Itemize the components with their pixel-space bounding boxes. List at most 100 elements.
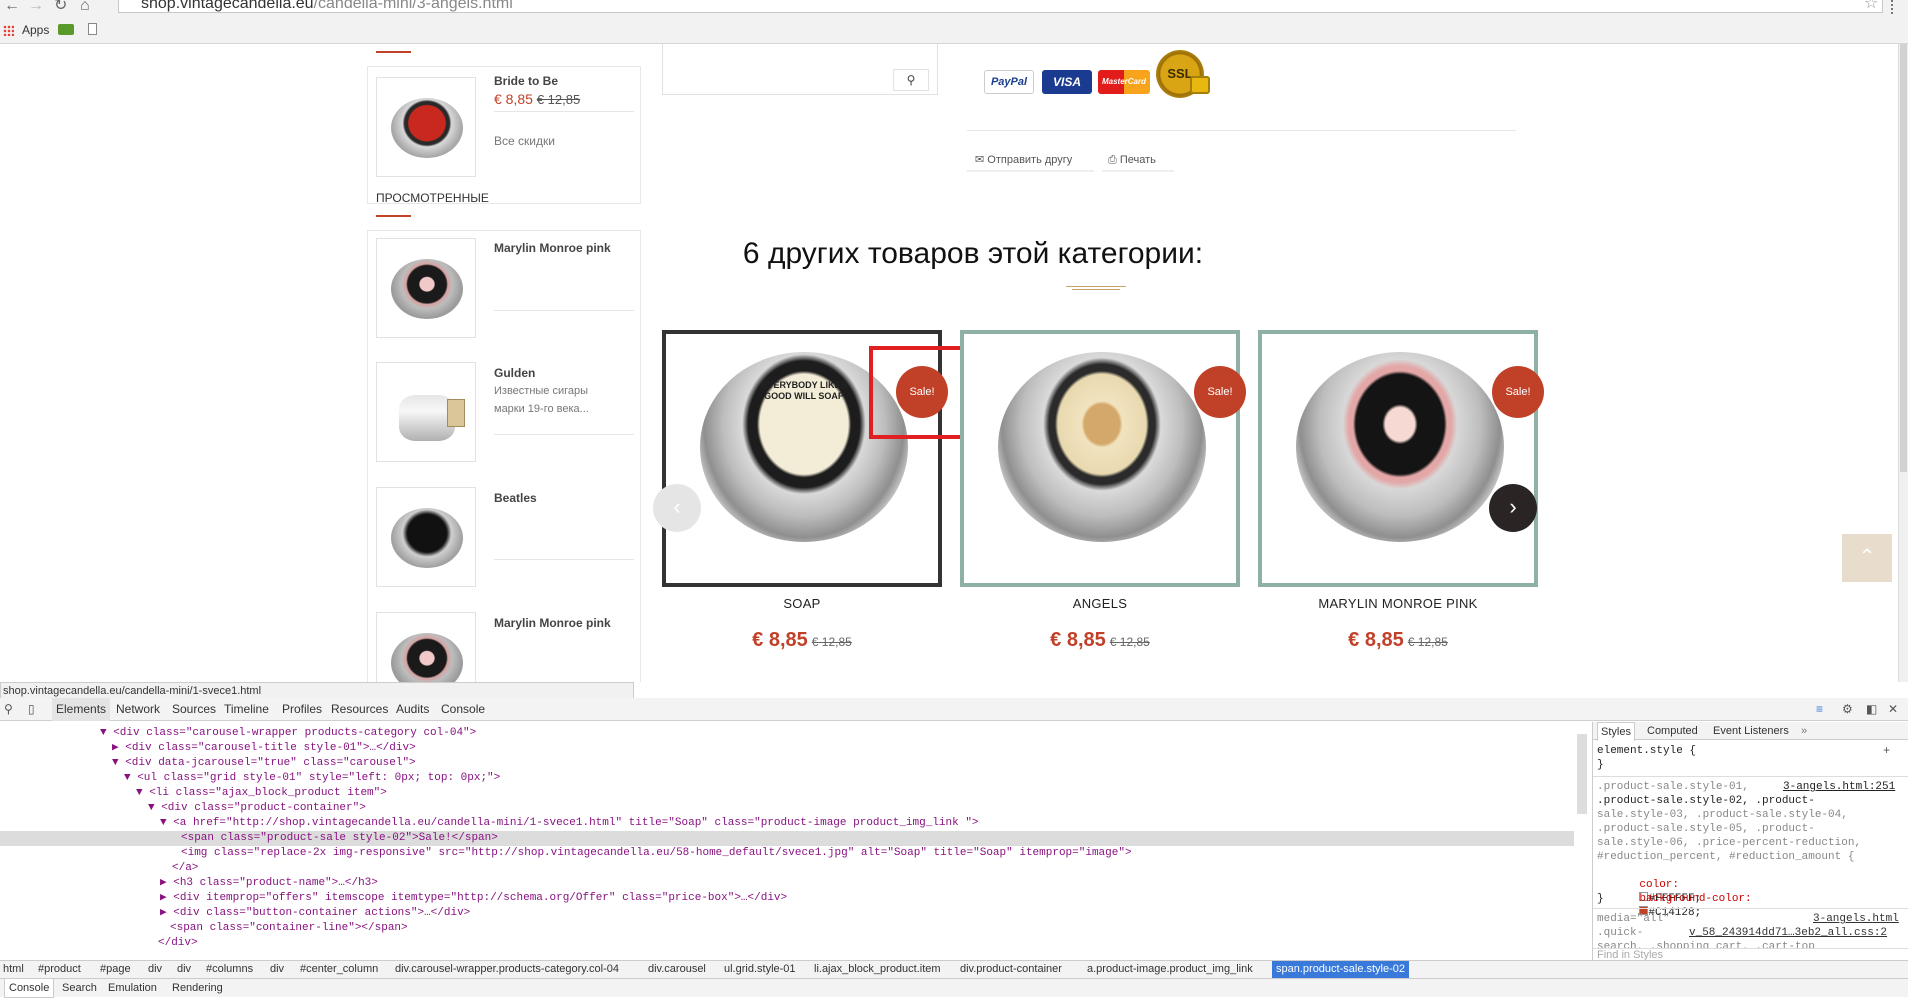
sale-badge[interactable]: Sale! — [1194, 366, 1246, 418]
product-thumb-marylin[interactable] — [376, 238, 476, 338]
drawer-tab-search[interactable]: Search — [62, 979, 97, 997]
product-name[interactable]: Bride to Be — [494, 74, 558, 88]
product-thumb-bride[interactable] — [376, 77, 476, 177]
search-button[interactable]: ⚲ — [893, 69, 929, 91]
dom-node[interactable]: <span class="container-line"></span> — [170, 921, 408, 936]
all-discounts-link[interactable]: Все скидки — [494, 134, 555, 148]
bookmark-apps[interactable]: Apps — [22, 19, 49, 41]
tab-styles[interactable]: Styles — [1597, 722, 1635, 741]
star-icon[interactable]: ☆ — [1864, 0, 1878, 12]
inspect-icon[interactable]: ⚲ — [4, 698, 13, 721]
breadcrumb-item[interactable]: div — [148, 961, 162, 978]
dom-node[interactable]: ▼ <li class="ajax_block_product item"> — [136, 786, 387, 801]
product-name[interactable]: ANGELS — [960, 596, 1240, 611]
product-description: Известные сигары марки 19-го века... — [494, 385, 589, 415]
breadcrumb-item[interactable]: a.product-image.product_img_link — [1087, 961, 1253, 978]
dom-node[interactable]: ▼ <div class="product-container"> — [148, 801, 366, 816]
breadcrumb-item[interactable]: #columns — [206, 961, 253, 978]
dom-node-selected[interactable]: <span class="product-sale style-02">Sale… — [0, 831, 1574, 846]
breadcrumb-item[interactable]: div — [177, 961, 191, 978]
dom-node[interactable]: ▶ <div class="carousel-title style-01">…… — [112, 741, 416, 756]
breadcrumb-item[interactable]: #product — [38, 961, 81, 978]
gear-icon[interactable]: ⚙ — [1842, 698, 1853, 721]
product-card-marylin[interactable] — [1258, 330, 1538, 587]
tab-elements[interactable]: Elements — [52, 698, 111, 721]
dom-node[interactable]: </a> — [172, 861, 198, 876]
product-name[interactable]: Marylin Monroe pink — [494, 241, 611, 255]
tab-network[interactable]: Network — [116, 698, 160, 721]
page-bookmark-icon[interactable] — [88, 23, 97, 35]
product-name[interactable]: Gulden — [494, 366, 535, 380]
dom-node[interactable]: ▼ <div class="carousel-wrapper products-… — [100, 726, 476, 741]
close-icon[interactable]: ✕ — [1888, 698, 1898, 721]
product-thumb-gulden[interactable] — [376, 362, 476, 462]
dock-icon[interactable]: ◧ — [1866, 698, 1877, 721]
send-to-friend-button[interactable]: ✉ Отправить другу — [967, 148, 1094, 172]
rule-source-link[interactable]: 3-angels.html:251 — [1783, 780, 1895, 794]
forward-icon[interactable]: → — [28, 0, 44, 14]
carousel-prev-button[interactable]: ‹ — [653, 484, 701, 532]
dom-node[interactable]: </div> — [158, 936, 198, 951]
menu-icon[interactable] — [1891, 0, 1894, 14]
tab-computed[interactable]: Computed — [1647, 722, 1698, 740]
breadcrumb-item[interactable]: ul.grid.style-01 — [724, 961, 796, 978]
breadcrumb-item[interactable]: div.carousel-wrapper.products-category.c… — [395, 961, 619, 978]
device-mode-icon[interactable]: ▯ — [28, 698, 35, 721]
breadcrumb-item-selected[interactable]: span.product-sale.style-02 — [1272, 961, 1410, 978]
elements-scrollbar-thumb[interactable] — [1577, 734, 1587, 814]
title-ornament-bottom — [1072, 289, 1120, 290]
back-icon[interactable]: ← — [4, 0, 20, 14]
product-name[interactable]: MARYLIN MONROE PINK — [1258, 596, 1538, 611]
dom-node[interactable]: ▶ <div itemprop="offers" itemscope itemt… — [160, 891, 787, 906]
dom-node[interactable]: ▶ <div class="button-container actions">… — [160, 906, 470, 921]
product-thumb-beatles[interactable] — [376, 487, 476, 587]
product-card-angels[interactable] — [960, 330, 1240, 587]
tab-console[interactable]: Console — [441, 698, 485, 721]
element-style-rule[interactable]: element.style { — [1597, 744, 1696, 758]
drawer-tab-rendering[interactable]: Rendering — [172, 979, 223, 997]
carousel-next-button[interactable]: › — [1489, 484, 1537, 532]
breadcrumb-item[interactable]: #center_column — [300, 961, 378, 978]
search-icon: ⚲ — [906, 73, 916, 87]
breadcrumb-item[interactable]: div — [270, 961, 284, 978]
tab-event-listeners[interactable]: Event Listeners — [1713, 722, 1789, 740]
reload-icon[interactable]: ↻ — [54, 0, 67, 14]
breadcrumb-item[interactable]: div.carousel — [648, 961, 706, 978]
dom-node[interactable]: ▼ <a href="http://shop.vintagecandella.e… — [160, 816, 979, 831]
tab-profiles[interactable]: Profiles — [282, 698, 322, 721]
breadcrumb-item[interactable]: li.ajax_block_product.item — [814, 961, 941, 978]
sale-badge[interactable]: Sale! — [1492, 366, 1544, 418]
css-source-link[interactable]: v_58_243914dd71…3eb2_all.css:2 — [1689, 926, 1887, 940]
product-name[interactable]: Beatles — [494, 491, 537, 505]
add-rule-icon[interactable]: + — [1883, 744, 1890, 758]
drawer-tab-console[interactable]: Console — [4, 979, 55, 998]
dom-node[interactable]: ▶ <h3 class="product-name">…</h3> — [160, 876, 378, 891]
product-name[interactable]: SOAP — [662, 596, 942, 611]
dom-node[interactable]: <img class="replace-2x img-responsive" s… — [181, 846, 1132, 861]
page-scrollbar-thumb[interactable] — [1900, 44, 1907, 472]
tab-sources[interactable]: Sources — [172, 698, 216, 721]
breadcrumb-item[interactable]: #page — [100, 961, 131, 978]
dom-node-text: <a href="http://shop.vintagecandella.eu/… — [173, 817, 979, 829]
back-to-top-button[interactable]: ⌃ — [1842, 534, 1892, 582]
media-source-link[interactable]: 3-angels.html — [1813, 912, 1899, 926]
chevron-right-icon[interactable]: » — [1801, 722, 1807, 740]
drawer-tab-emulation[interactable]: Emulation — [108, 979, 157, 997]
tab-resources[interactable]: Resources — [331, 698, 388, 721]
show-drawer-icon[interactable]: ≡ — [1816, 698, 1823, 721]
w3c-bookmark-icon[interactable] — [58, 24, 74, 35]
dom-node[interactable]: ▼ <div data-jcarousel="true" class="caro… — [112, 756, 416, 771]
breadcrumb-item[interactable]: div.product-container — [960, 961, 1062, 978]
price: € 8,85 — [494, 91, 533, 107]
old-price: € 12,85 — [811, 635, 852, 649]
apps-grid-icon[interactable] — [3, 25, 14, 36]
address-bar[interactable]: shop.vintagecandella.eu/candella-mini/3-… — [118, 0, 1883, 13]
product-name[interactable]: Marylin Monroe pink — [494, 616, 611, 630]
home-icon[interactable]: ⌂ — [80, 0, 90, 14]
breadcrumb-item[interactable]: html — [3, 961, 24, 978]
tab-audits[interactable]: Audits — [396, 698, 429, 721]
print-button[interactable]: ⎙ Печать — [1102, 148, 1174, 172]
dom-node[interactable]: ▼ <ul class="grid style-01" style="left:… — [124, 771, 500, 786]
elements-tree[interactable]: ▼ <div class="carousel-wrapper products-… — [0, 722, 1587, 960]
tab-timeline[interactable]: Timeline — [224, 698, 269, 721]
